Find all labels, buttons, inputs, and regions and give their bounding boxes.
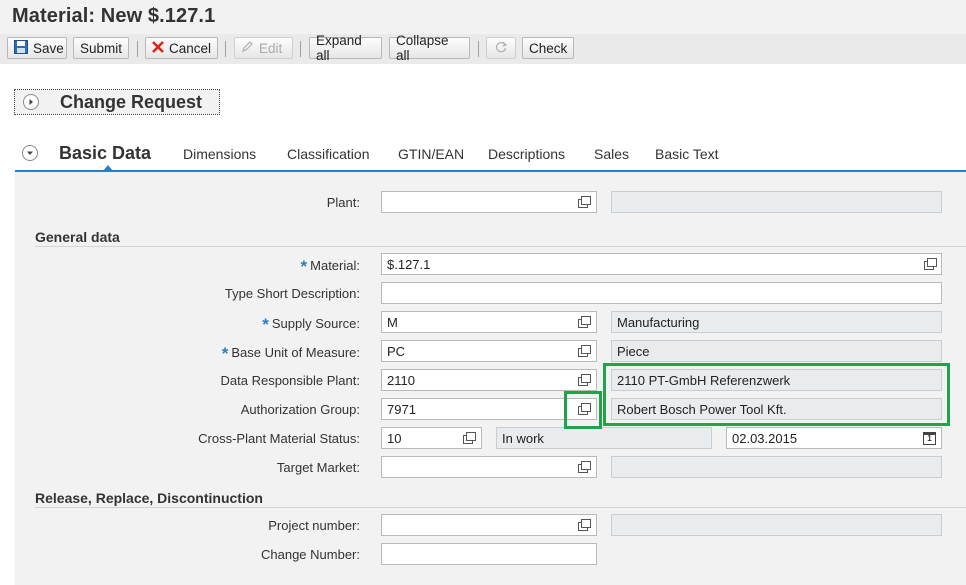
value-help-icon[interactable] xyxy=(578,316,591,328)
change-number-input[interactable] xyxy=(381,543,597,565)
edit-label: Edit xyxy=(259,40,283,56)
plant-input[interactable] xyxy=(381,191,597,213)
collapse-icon[interactable] xyxy=(22,145,38,161)
close-icon xyxy=(152,40,164,56)
short-description-input[interactable] xyxy=(381,282,942,304)
cross-plant-status-description: In work xyxy=(496,427,712,449)
toolbar-separator xyxy=(137,41,138,57)
change-request-title: Change Request xyxy=(60,92,203,112)
collapse-all-label: Collapse all xyxy=(396,33,449,63)
expand-all-button[interactable]: Expand all xyxy=(309,33,382,63)
material-label: * Material: xyxy=(300,257,360,276)
base-unit-input[interactable]: PC xyxy=(381,340,597,362)
value-help-icon[interactable] xyxy=(578,374,591,386)
submit-label: Submit xyxy=(80,40,123,56)
expand-all-label: Expand all xyxy=(316,33,362,63)
target-market-input[interactable] xyxy=(381,456,597,478)
page-title: Material: New $.127.1 xyxy=(12,5,216,27)
required-marker: * xyxy=(300,257,308,276)
check-button[interactable]: Check xyxy=(522,37,574,59)
value-help-icon[interactable] xyxy=(578,519,591,531)
submit-button[interactable]: Submit xyxy=(73,37,129,59)
required-marker: * xyxy=(221,344,229,363)
value-help-icon[interactable] xyxy=(924,258,937,270)
tab-classification[interactable]: Classification xyxy=(287,146,369,162)
material-input[interactable]: $.127.1 xyxy=(381,253,942,275)
calendar-icon[interactable]: 1 xyxy=(923,432,936,445)
toolbar-separator xyxy=(478,41,479,57)
check-label: Check xyxy=(529,40,568,56)
supply-source-input[interactable]: M xyxy=(381,311,597,333)
supply-source-description: Manufacturing xyxy=(611,311,942,333)
section-divider xyxy=(35,246,966,247)
project-number-description xyxy=(611,514,942,536)
authorization-group-label: Authorization Group: xyxy=(240,402,360,417)
highlight-box-value-help xyxy=(564,391,602,429)
target-market-label: Target Market: xyxy=(276,460,360,475)
pencil-icon xyxy=(241,40,254,56)
tab-gtin-ean[interactable]: GTIN/EAN xyxy=(398,146,464,162)
release-heading: Release, Replace, Discontinuction xyxy=(35,490,263,506)
highlight-box-descriptions xyxy=(603,363,950,426)
supply-source-label: * Supply Source: xyxy=(262,315,360,334)
data-responsible-plant-label: Data Responsible Plant: xyxy=(220,373,360,388)
base-unit-description: Piece xyxy=(611,340,942,362)
cancel-button[interactable]: Cancel xyxy=(145,37,218,59)
base-unit-label: * Base Unit of Measure: xyxy=(221,344,360,363)
toolbar-separator xyxy=(300,41,301,57)
value-help-icon[interactable] xyxy=(578,345,591,357)
required-marker: * xyxy=(262,315,269,334)
cancel-label: Cancel xyxy=(169,40,212,56)
cross-plant-status-label: Cross-Plant Material Status: xyxy=(198,431,360,446)
project-number-input[interactable] xyxy=(381,514,597,536)
value-help-icon[interactable] xyxy=(463,432,476,444)
change-number-label: Change Number: xyxy=(261,547,360,562)
save-icon xyxy=(14,39,28,57)
tab-basic-data[interactable]: Basic Data xyxy=(59,143,151,164)
data-responsible-plant-input[interactable]: 2110 xyxy=(381,369,597,391)
project-number-label: Project number: xyxy=(268,518,360,533)
toolbar-separator xyxy=(225,41,226,57)
refresh-button[interactable] xyxy=(486,37,516,59)
general-data-heading: General data xyxy=(35,229,120,245)
short-description-label: Type Short Description: xyxy=(224,286,360,301)
tab-dimensions[interactable]: Dimensions xyxy=(183,146,256,162)
value-help-icon[interactable] xyxy=(578,461,591,473)
value-help-icon[interactable] xyxy=(578,196,591,208)
save-button[interactable]: Save xyxy=(7,37,67,59)
tab-sales[interactable]: Sales xyxy=(594,146,629,162)
target-market-description xyxy=(611,456,942,478)
tab-basic-text[interactable]: Basic Text xyxy=(655,146,719,162)
plant-description xyxy=(611,191,942,213)
plant-label: Plant: xyxy=(326,195,360,210)
section-divider xyxy=(35,507,966,508)
edit-button[interactable]: Edit xyxy=(234,37,293,59)
collapse-all-button[interactable]: Collapse all xyxy=(389,33,470,63)
expand-icon[interactable] xyxy=(23,94,39,110)
tab-descriptions[interactable]: Descriptions xyxy=(488,146,565,162)
save-label: Save xyxy=(33,40,64,56)
valid-from-date-input[interactable]: 02.03.2015 xyxy=(726,427,942,449)
refresh-icon xyxy=(494,40,508,57)
